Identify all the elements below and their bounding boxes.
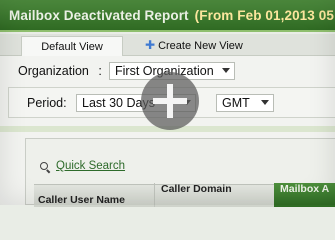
organization-label: Organization : [18,64,102,78]
tab-create-new-view-label: Create New View [158,40,243,52]
chevron-down-icon [222,68,230,73]
column-caller-user-name[interactable]: Caller User Name [38,194,125,216]
table-header: Caller User Name Caller Domain Mailbox A [34,183,335,207]
overlay-plus-vertical [167,84,173,118]
chevron-down-icon [261,100,269,105]
search-icon [40,162,48,170]
tab-default-view[interactable]: Default View [21,36,123,56]
column-mailbox[interactable]: Mailbox A [274,183,335,207]
plus-icon: ✚ [145,38,156,52]
page-title: Mailbox Deactivated Report (From Feb 01,2… [9,8,335,23]
period-label: Period: [27,96,67,110]
column-caller-domain[interactable]: Caller Domain [154,183,232,207]
timezone-select-value: GMT [222,96,250,110]
report-title: Mailbox Deactivated Report [9,8,189,23]
quick-search-link[interactable]: Quick Search [56,160,125,172]
tab-default-view-label: Default View [41,41,103,53]
timezone-select[interactable]: GMT [216,94,274,112]
report-grid: Quick Search Caller User Name Caller Dom… [25,138,335,207]
tab-create-new-view[interactable]: ✚ Create New View [145,37,243,54]
report-title-bar: Mailbox Deactivated Report (From Feb 01,2… [0,0,335,32]
add-overlay-icon[interactable] [141,72,199,130]
report-date-range: (From Feb 01,2013 05:2 [194,8,335,23]
view-tabs: Default View ✚ Create New View [0,34,335,56]
